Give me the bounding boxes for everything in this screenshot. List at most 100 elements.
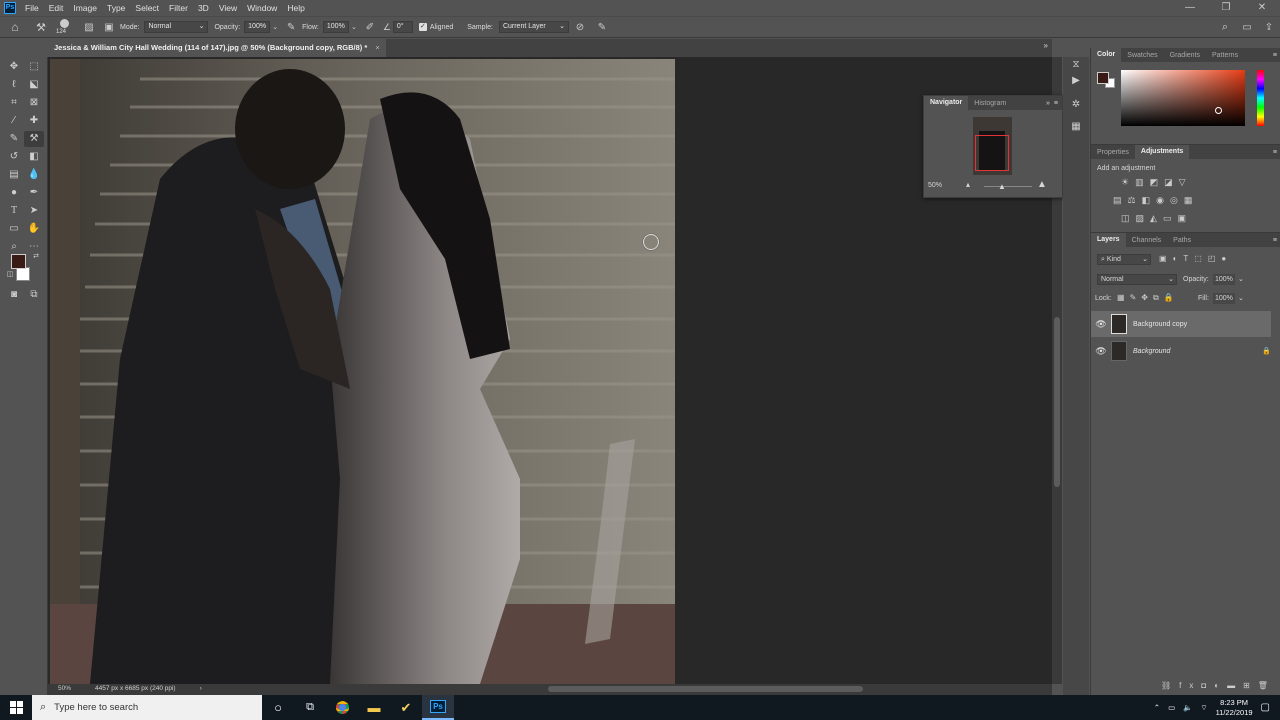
type-tool-icon[interactable]: T	[4, 203, 24, 219]
history-brush-tool-icon[interactable]: ↺	[4, 149, 24, 165]
document-image[interactable]	[50, 59, 675, 684]
visibility-eye-icon[interactable]: 👁	[1091, 346, 1111, 357]
gradient-tool-icon[interactable]: ▤	[4, 167, 24, 183]
tab-properties[interactable]: Properties	[1091, 149, 1135, 156]
tab-gradients[interactable]: Gradients	[1164, 52, 1206, 59]
new-adjustment-icon[interactable]: ◐	[1214, 681, 1227, 690]
screen-mode-icon[interactable]: ⧉	[24, 287, 44, 303]
hand-tool-icon[interactable]: ✋	[24, 221, 44, 237]
mode-select[interactable]: Normal ⌄	[144, 21, 209, 33]
panel-menu-icon[interactable]: ≡	[1054, 100, 1058, 107]
pressure-opacity-icon[interactable]: ✎	[280, 22, 302, 33]
path-selection-tool-icon[interactable]: ➤	[24, 203, 44, 219]
brush-preset-picker[interactable]: 124	[52, 17, 80, 37]
workspace-icon[interactable]: ▭	[1236, 22, 1258, 33]
swap-colors-icon[interactable]: ⇄	[26, 249, 46, 265]
minimize-icon[interactable]: —	[1172, 0, 1208, 16]
visibility-eye-icon[interactable]: 👁	[1091, 319, 1111, 330]
status-zoom[interactable]: 50%	[58, 685, 71, 692]
search-icon[interactable]: ⌕	[1214, 21, 1236, 34]
tab-swatches[interactable]: Swatches	[1121, 52, 1163, 59]
layer-style-icon[interactable]: fx	[1179, 681, 1201, 690]
invert-icon[interactable]: ◫	[1121, 213, 1136, 223]
exposure-icon[interactable]: ◪	[1164, 177, 1179, 187]
zoom-slider[interactable]	[984, 186, 1032, 187]
aligned-checkbox[interactable]: ✓	[418, 23, 427, 31]
move-tool-icon[interactable]: ✥	[4, 59, 24, 75]
airbrush-icon[interactable]: ✐	[359, 22, 381, 33]
menu-edit[interactable]: Edit	[44, 3, 69, 13]
layer-name[interactable]: Background copy	[1133, 321, 1187, 328]
clock[interactable]: 8:23 PM 11/22/2019	[1216, 698, 1253, 718]
photoshop-taskbar-icon[interactable]: Ps	[422, 695, 454, 720]
document-tab[interactable]: Jessica & William City Hall Wedding (114…	[48, 39, 386, 57]
hue-slider[interactable]	[1257, 70, 1264, 126]
layer-row[interactable]: 👁 Background copy	[1091, 311, 1271, 337]
chevron-down-icon[interactable]: ⌄	[1238, 294, 1244, 302]
view-box[interactable]	[975, 135, 1009, 171]
color-lookup-icon[interactable]: ▦	[1184, 195, 1199, 205]
norton-icon[interactable]: ✔	[390, 695, 422, 720]
marquee-tool-icon[interactable]: ⬚	[24, 59, 44, 75]
foreground-swatch[interactable]	[1097, 72, 1109, 84]
libraries-icon[interactable]: ▦	[1066, 119, 1086, 135]
levels-icon[interactable]: ▥	[1135, 177, 1150, 187]
layer-name[interactable]: Background	[1133, 348, 1262, 355]
navigator-zoom[interactable]: 50%	[928, 182, 942, 189]
crop-tool-icon[interactable]: ⌗	[4, 95, 24, 111]
restore-icon[interactable]: ❐	[1208, 0, 1244, 16]
flow-input[interactable]: 100%	[322, 21, 349, 33]
tab-histogram[interactable]: Histogram	[968, 100, 1012, 107]
zoom-out-icon[interactable]: ▴	[966, 180, 970, 189]
collapse-icon[interactable]: »	[1046, 100, 1050, 107]
pressure-size-icon[interactable]: ✎	[591, 22, 613, 33]
eraser-tool-icon[interactable]: ◧	[24, 149, 44, 165]
tab-patterns[interactable]: Patterns	[1206, 52, 1244, 59]
clone-stamp-preset-icon[interactable]: ⚒	[30, 21, 52, 34]
curves-icon[interactable]: ◩	[1150, 177, 1165, 187]
ignore-adjustment-layers-icon[interactable]: ⊘	[569, 22, 591, 33]
healing-brush-tool-icon[interactable]: ✚	[24, 113, 44, 129]
actions-play-icon[interactable]: ▶	[1066, 73, 1086, 89]
chevron-down-icon[interactable]: ⌄	[349, 23, 359, 31]
brush-tool-icon[interactable]: ✎	[4, 131, 24, 147]
new-layer-icon[interactable]: ⊞	[1243, 681, 1258, 690]
pen-tool-icon[interactable]: ✒	[24, 185, 44, 201]
lasso-tool-icon[interactable]: ℓ	[4, 77, 24, 93]
blend-mode-select[interactable]: Normal ⌄	[1097, 274, 1177, 285]
tray-arrow-icon[interactable]: ⌃	[1154, 703, 1160, 712]
chevron-down-icon[interactable]: ⌄	[1238, 275, 1244, 283]
type-filter-icon[interactable]: T	[1183, 254, 1194, 263]
angle-input[interactable]: 0°	[392, 21, 413, 33]
channel-mixer-icon[interactable]: ◎	[1170, 195, 1184, 205]
filter-toggle-icon[interactable]: ●	[1221, 254, 1232, 263]
default-colors-icon[interactable]: ◫	[0, 267, 20, 283]
zoom-slider-handle[interactable]: ▲	[998, 182, 1006, 191]
brightness-icon[interactable]: ☀	[1121, 177, 1135, 187]
object-selection-tool-icon[interactable]: ⬕	[24, 77, 44, 93]
menu-image[interactable]: Image	[68, 3, 102, 13]
link-layers-icon[interactable]: ⛓	[1161, 681, 1179, 690]
network-icon[interactable]: ▭	[1168, 703, 1175, 712]
menu-select[interactable]: Filter	[164, 3, 193, 13]
share-icon[interactable]: ⇪	[1258, 22, 1280, 33]
home-icon[interactable]: ⌂	[0, 20, 30, 34]
chevron-down-icon[interactable]: ⌄	[270, 23, 280, 31]
wifi-icon[interactable]: ⌔	[1201, 703, 1208, 713]
close-tab-icon[interactable]: ×	[375, 39, 379, 57]
layer-filter-select[interactable]: ⌕ Kind ⌄	[1097, 254, 1151, 265]
blur-tool-icon[interactable]: 💧	[24, 167, 44, 183]
eyedropper-tool-icon[interactable]: ⁄	[4, 113, 24, 129]
tab-channels[interactable]: Channels	[1126, 237, 1168, 244]
frame-tool-icon[interactable]: ⊠	[24, 95, 44, 111]
menu-filter[interactable]: 3D	[193, 3, 214, 13]
menu-3d[interactable]: View	[214, 3, 242, 13]
tab-adjustments[interactable]: Adjustments	[1134, 145, 1190, 159]
lock-image-icon[interactable]: ✎	[1130, 293, 1142, 302]
color-field[interactable]	[1121, 70, 1245, 126]
menu-view[interactable]: Window	[242, 3, 282, 13]
sample-select[interactable]: Current Layer ⌄	[498, 21, 569, 33]
vertical-scroll-thumb[interactable]	[1054, 317, 1060, 487]
new-group-icon[interactable]: ▬	[1227, 681, 1243, 690]
layer-row[interactable]: 👁 Background 🔒	[1091, 338, 1271, 364]
